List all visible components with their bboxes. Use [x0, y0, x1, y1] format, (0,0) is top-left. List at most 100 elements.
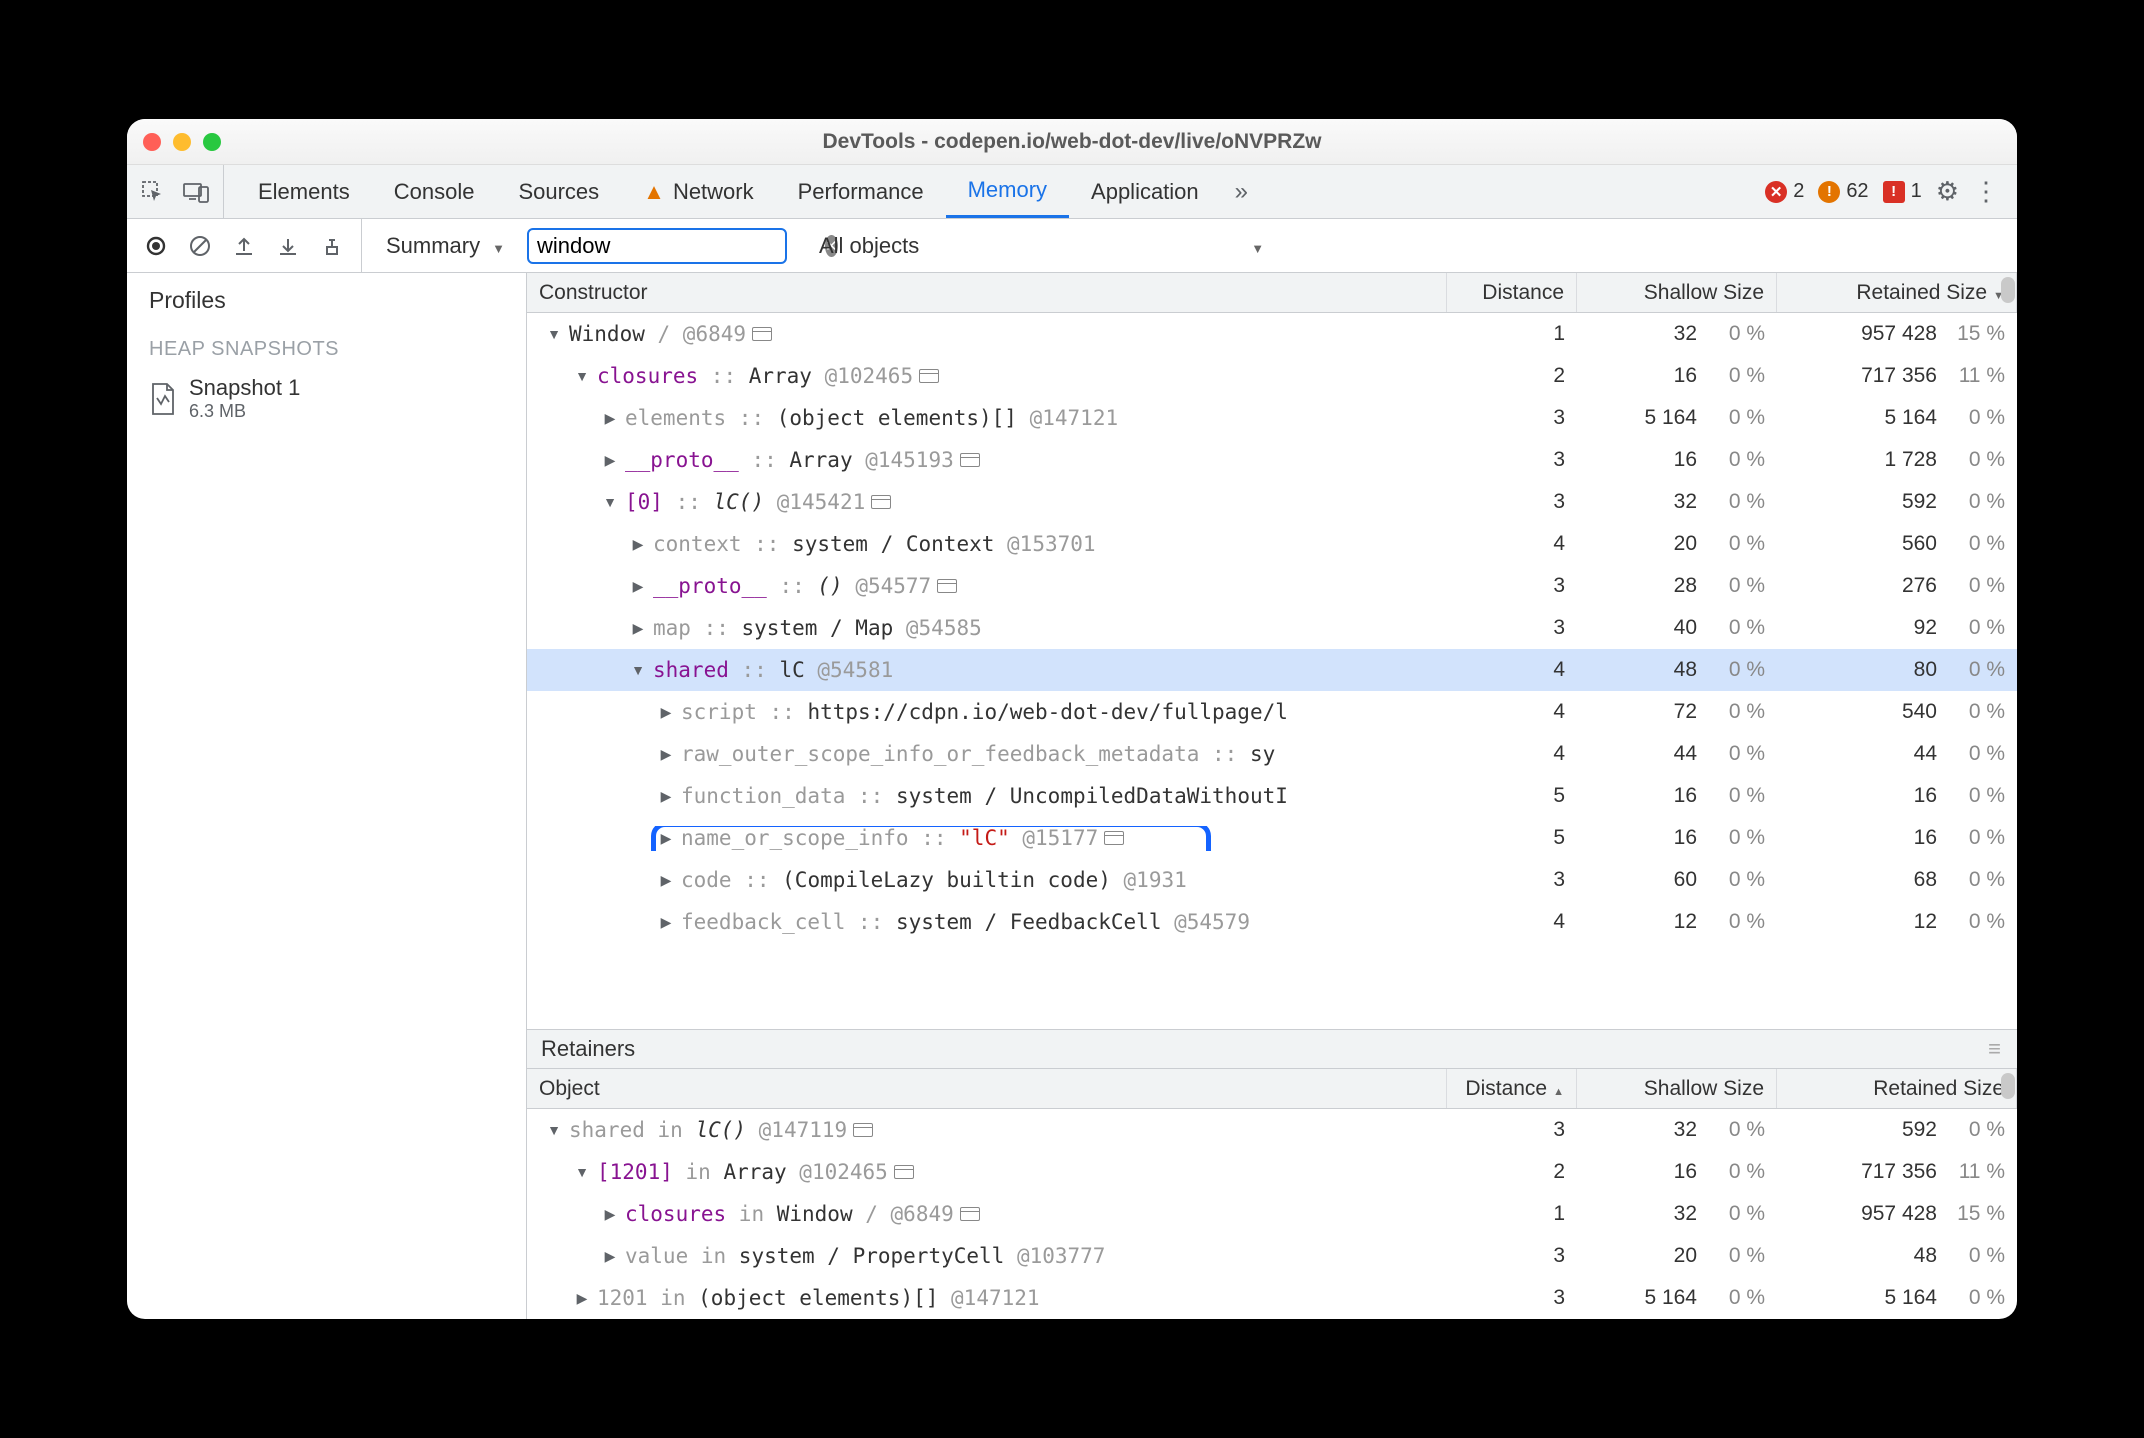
window-badge-icon	[1104, 831, 1124, 845]
record-icon[interactable]	[145, 235, 167, 257]
expand-icon[interactable]: ▶	[629, 536, 647, 553]
col-retained-r[interactable]: Retained Size	[1777, 1069, 2017, 1108]
table-row[interactable]: ▼[0] :: lC() @1454213320 %5920 %	[527, 481, 2017, 523]
collapse-icon[interactable]: ▼	[629, 662, 647, 678]
memory-toolbar: Summary ✕ All objects	[127, 219, 2017, 273]
window-badge-icon	[960, 453, 980, 467]
table-row[interactable]: ▶code :: (CompileLazy builtin code) @193…	[527, 859, 2017, 901]
col-constructor[interactable]: Constructor	[527, 273, 1447, 312]
table-row[interactable]: ▶function_data :: system / UncompiledDat…	[527, 775, 2017, 817]
table-row[interactable]: ▼shared :: lC @545814480 %800 %	[527, 649, 2017, 691]
table-row[interactable]: ▶context :: system / Context @1537014200…	[527, 523, 2017, 565]
snapshot-name: Snapshot 1	[189, 375, 300, 401]
table-row[interactable]: ▶raw_outer_scope_info_or_feedback_metada…	[527, 733, 2017, 775]
table-row[interactable]: ▼[1201] in Array @1024652160 %717 35611 …	[527, 1151, 2017, 1193]
upload-icon[interactable]	[233, 235, 255, 257]
heap-snapshots-section: HEAP SNAPSHOTS	[127, 328, 526, 367]
settings-icon[interactable]: ⚙	[1936, 176, 1959, 207]
class-filter-text[interactable]	[537, 233, 825, 259]
expand-icon[interactable]: ▶	[657, 830, 675, 847]
expand-icon[interactable]: ▶	[629, 620, 647, 637]
issues-count[interactable]: !1	[1883, 180, 1922, 203]
tab-performance[interactable]: Performance	[776, 165, 946, 218]
warning-count[interactable]: !62	[1818, 180, 1868, 203]
tab-console[interactable]: Console	[372, 165, 497, 218]
error-count[interactable]: ✕2	[1765, 180, 1804, 203]
table-row[interactable]: ▼Window / @68491320 %957 42815 %	[527, 313, 2017, 355]
retainers-menu-icon[interactable]: ≡	[1988, 1036, 2003, 1062]
view-dropdown[interactable]: Summary	[380, 229, 511, 263]
expand-icon[interactable]: ▶	[601, 1248, 619, 1265]
table-row[interactable]: ▶name_or_scope_info :: "lC" @151775160 %…	[527, 817, 2017, 859]
col-retained[interactable]: Retained Size	[1777, 273, 2017, 312]
profiles-sidebar: Profiles HEAP SNAPSHOTS Snapshot 1 6.3 M…	[127, 273, 527, 1319]
panel-tabstrip: ElementsConsoleSources▲NetworkPerformanc…	[127, 165, 2017, 219]
inspect-icon[interactable]	[141, 180, 165, 204]
table-row[interactable]: ▶__proto__ :: () @545773280 %2760 %	[527, 565, 2017, 607]
class-filter-input[interactable]: ✕	[527, 228, 787, 264]
gc-icon[interactable]	[321, 235, 343, 257]
profiles-title: Profiles	[127, 273, 526, 328]
objects-scope-dropdown[interactable]: All objects	[813, 229, 1270, 263]
snapshot-icon	[149, 382, 177, 416]
table-row[interactable]: ▶map :: system / Map @545853400 %920 %	[527, 607, 2017, 649]
retainers-header: Retainers ≡	[527, 1029, 2017, 1069]
tab-elements[interactable]: Elements	[236, 165, 372, 218]
download-icon[interactable]	[277, 235, 299, 257]
tabs-overflow-icon[interactable]: »	[1221, 165, 1262, 218]
clear-icon[interactable]	[189, 235, 211, 257]
collapse-icon[interactable]: ▼	[573, 1164, 591, 1180]
more-icon[interactable]: ⋮	[1973, 176, 1999, 207]
col-distance-r[interactable]: Distance	[1447, 1069, 1577, 1108]
heap-grid: Constructor Distance Shallow Size Retain…	[527, 273, 2017, 1319]
table-row[interactable]: ▶feedback_cell :: system / FeedbackCell …	[527, 901, 2017, 943]
collapse-icon[interactable]: ▼	[601, 494, 619, 510]
expand-icon[interactable]: ▶	[657, 704, 675, 721]
titlebar: DevTools - codepen.io/web-dot-dev/live/o…	[127, 119, 2017, 165]
collapse-icon[interactable]: ▼	[545, 1122, 563, 1138]
retainers-columns: Object Distance Shallow Size Retained Si…	[527, 1069, 2017, 1109]
col-distance[interactable]: Distance	[1447, 273, 1577, 312]
window-badge-icon	[919, 369, 939, 383]
window-badge-icon	[853, 1123, 873, 1137]
col-object[interactable]: Object	[527, 1069, 1447, 1108]
table-row[interactable]: ▶closures in Window / @68491320 %957 428…	[527, 1193, 2017, 1235]
table-row[interactable]: ▶__proto__ :: Array @1451933160 %1 7280 …	[527, 439, 2017, 481]
expand-icon[interactable]: ▶	[629, 578, 647, 595]
window-badge-icon	[871, 495, 891, 509]
snapshot-size: 6.3 MB	[189, 401, 300, 422]
table-row[interactable]: ▶elements :: (object elements)[] @147121…	[527, 397, 2017, 439]
collapse-icon[interactable]: ▼	[545, 326, 563, 342]
tab-memory[interactable]: Memory	[946, 165, 1069, 218]
window-badge-icon	[752, 327, 772, 341]
window-badge-icon	[960, 1207, 980, 1221]
tab-application[interactable]: Application	[1069, 165, 1221, 218]
window-badge-icon	[894, 1165, 914, 1179]
devtools-window: DevTools - codepen.io/web-dot-dev/live/o…	[127, 119, 2017, 1319]
tab-sources[interactable]: Sources	[496, 165, 621, 218]
expand-icon[interactable]: ▶	[657, 872, 675, 889]
table-row[interactable]: ▶1201 in (object elements)[] @14712135 1…	[527, 1277, 2017, 1319]
scrollbar-thumb[interactable]	[2001, 1073, 2015, 1099]
expand-icon[interactable]: ▶	[657, 788, 675, 805]
expand-icon[interactable]: ▶	[601, 452, 619, 469]
collapse-icon[interactable]: ▼	[573, 368, 591, 384]
tab-network[interactable]: ▲Network	[621, 165, 775, 218]
expand-icon[interactable]: ▶	[601, 1206, 619, 1223]
window-title: DevTools - codepen.io/web-dot-dev/live/o…	[127, 130, 2017, 154]
table-row[interactable]: ▶value in system / PropertyCell @1037773…	[527, 1235, 2017, 1277]
expand-icon[interactable]: ▶	[573, 1290, 591, 1307]
scrollbar-thumb[interactable]	[2001, 277, 2015, 303]
table-row[interactable]: ▼shared in lC() @1471193320 %5920 %	[527, 1109, 2017, 1151]
col-shallow[interactable]: Shallow Size	[1577, 273, 1777, 312]
table-row[interactable]: ▶script :: https://cdpn.io/web-dot-dev/f…	[527, 691, 2017, 733]
expand-icon[interactable]: ▶	[657, 746, 675, 763]
expand-icon[interactable]: ▶	[601, 410, 619, 427]
window-badge-icon	[937, 579, 957, 593]
snapshot-item[interactable]: Snapshot 1 6.3 MB	[127, 367, 526, 430]
device-toolbar-icon[interactable]	[183, 181, 209, 203]
col-shallow-r[interactable]: Shallow Size	[1577, 1069, 1777, 1108]
constructors-header: Constructor Distance Shallow Size Retain…	[527, 273, 2017, 313]
expand-icon[interactable]: ▶	[657, 914, 675, 931]
table-row[interactable]: ▼closures :: Array @1024652160 %717 3561…	[527, 355, 2017, 397]
